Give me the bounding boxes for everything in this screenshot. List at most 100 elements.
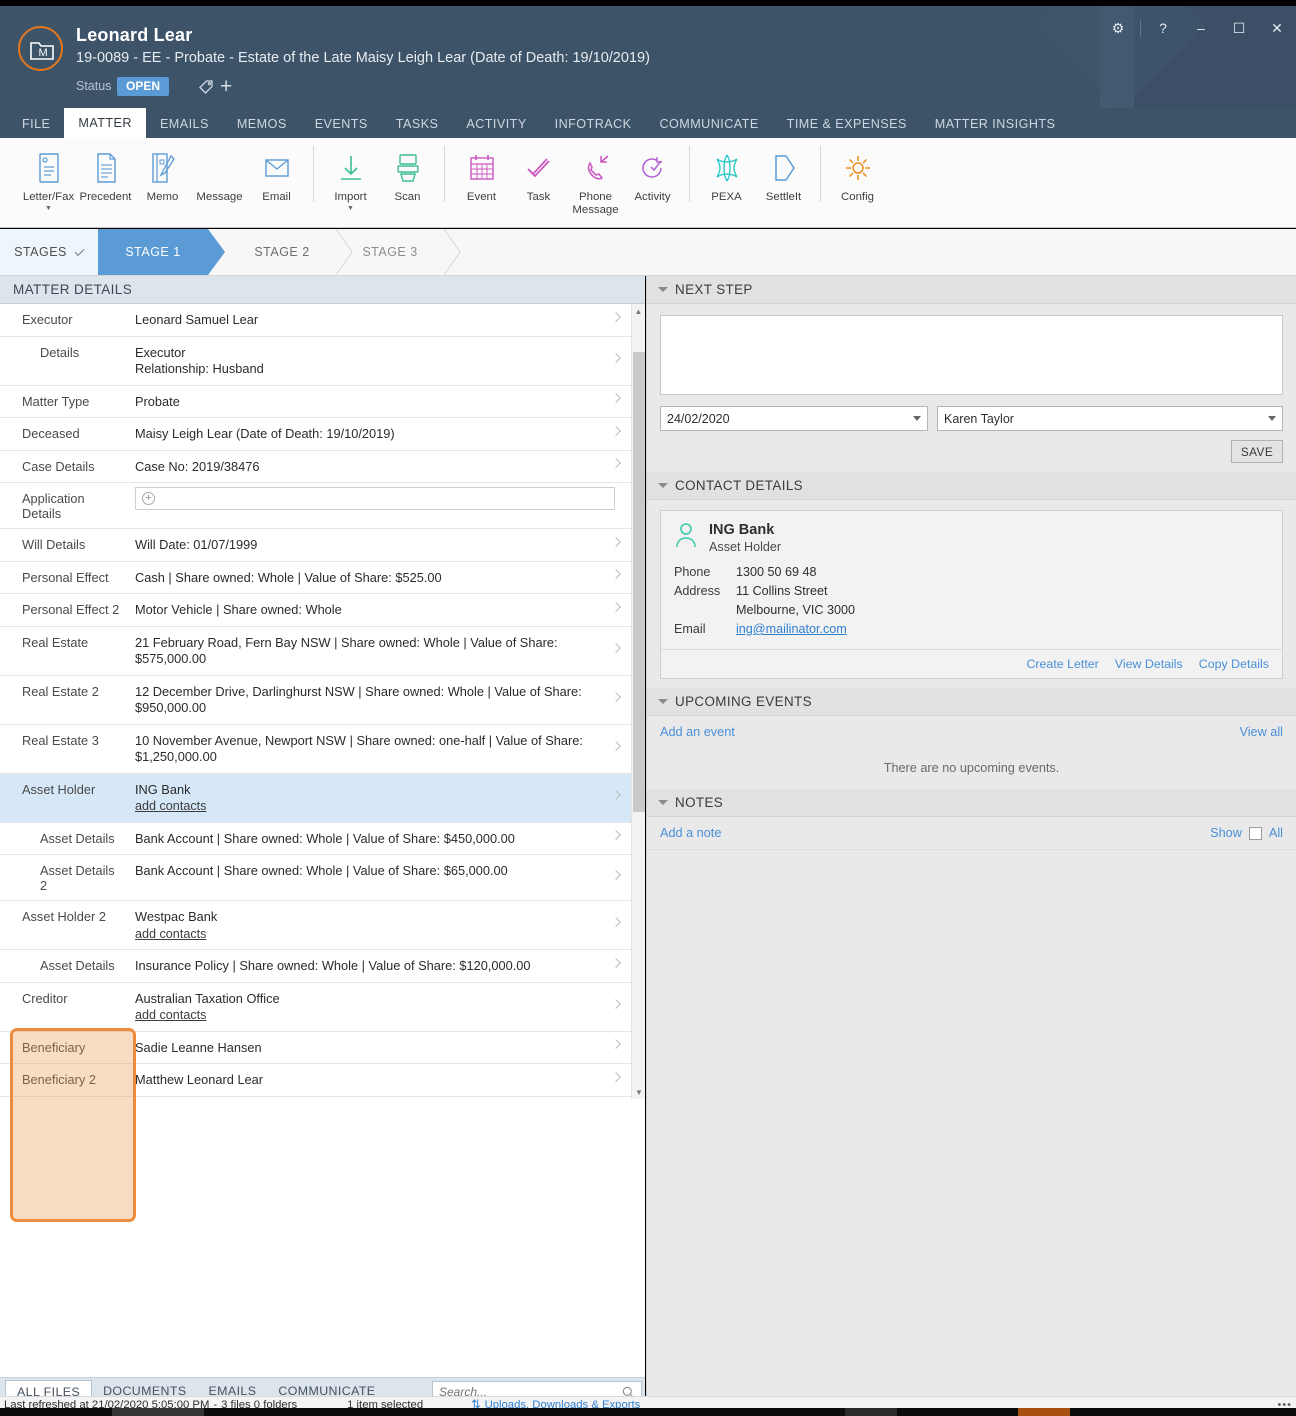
matter-detail-row[interactable]: Asset Holder 2 Westpac Bank add contacts	[0, 901, 631, 950]
scroll-down-icon[interactable]: ▼	[632, 1085, 646, 1099]
email-link[interactable]: ing@mailinator.com	[736, 622, 847, 636]
notes-section-header[interactable]: NOTES	[647, 789, 1296, 817]
close-icon[interactable]: ✕	[1258, 13, 1296, 43]
chevron-down-icon[interactable]: ▼	[45, 205, 52, 212]
show-all-checkbox[interactable]	[1248, 826, 1262, 840]
ribbon-config-button[interactable]: Config	[829, 144, 886, 204]
matter-detail-row[interactable]: Will Details Will Date: 01/07/1999	[0, 529, 631, 562]
taskbar-item-2[interactable]	[845, 1408, 897, 1416]
question-icon[interactable]: ?	[1144, 13, 1182, 43]
tab-memos[interactable]: MEMOS	[223, 110, 301, 138]
tab-communicate[interactable]: COMMUNICATE	[646, 110, 773, 138]
matter-detail-row[interactable]: Beneficiary 2 Matthew Leonard Lear	[0, 1064, 631, 1097]
taskbar-item-3[interactable]	[1018, 1408, 1070, 1416]
ribbon-label: Task	[526, 191, 551, 203]
add-tag-icon[interactable]: +	[220, 76, 232, 97]
matter-subtitle: 19-0089 - EE - Probate - Estate of the L…	[76, 50, 650, 66]
application-details-input[interactable]: +	[135, 487, 615, 510]
matter-detail-row[interactable]: Application Details +	[0, 483, 631, 529]
matter-detail-row[interactable]: Executor Leonard Samuel Lear	[0, 304, 631, 337]
next-step-section-header[interactable]: NEXT STEP	[647, 276, 1296, 304]
matter-detail-row[interactable]: Creditor Australian Taxation Office add co…	[0, 983, 631, 1032]
matter-detail-label: Asset Details 2	[40, 863, 115, 893]
plus-circle-icon[interactable]: +	[142, 492, 155, 505]
ribbon-activity-button[interactable]: Activity	[624, 144, 681, 204]
matter-detail-row[interactable]: Case Details Case No: 2019/38476	[0, 451, 631, 483]
matter-detail-row[interactable]: Asset Details 2 Bank Account | Share owne…	[0, 855, 631, 901]
scroll-up-icon[interactable]: ▲	[632, 304, 645, 318]
ribbon-email-button[interactable]: Email	[248, 144, 305, 204]
contact-name: ING Bank	[709, 522, 775, 538]
view-details-link[interactable]: View Details	[1115, 657, 1183, 671]
tab-emails[interactable]: EMAILS	[146, 110, 223, 138]
copy-details-link[interactable]: Copy Details	[1199, 657, 1269, 671]
status-badge[interactable]: OPEN	[117, 77, 170, 96]
view-all-events-link[interactable]: View all	[1240, 725, 1284, 739]
matter-detail-value: Leonard Samuel Lear	[135, 312, 259, 327]
save-button[interactable]: SAVE	[1231, 440, 1283, 463]
matter-detail-row[interactable]: Asset Details Bank Account | Share owned:…	[0, 823, 631, 855]
tab-infotrack[interactable]: INFOTRACK	[541, 110, 646, 138]
next-step-staff-select[interactable]: Karen Taylor	[937, 406, 1283, 431]
gear-icon[interactable]: ⚙	[1099, 13, 1137, 43]
scrollbar-thumb[interactable]	[633, 352, 645, 812]
ribbon-task-button[interactable]: Task	[510, 144, 567, 204]
ribbon-settleit-button[interactable]: SettleIt	[755, 144, 812, 204]
ribbon-precedent-button[interactable]: Precedent	[77, 144, 134, 204]
matter-details-scrollbar[interactable]: ▲ ▼	[631, 304, 645, 1099]
ribbon-letter-fax-button[interactable]: Letter/Fax ▼	[20, 144, 77, 212]
ribbon-pexa-button[interactable]: PEXA	[698, 144, 755, 204]
taskbar-item-1[interactable]	[112, 1408, 204, 1416]
ribbon-toolbar: Letter/Fax ▼ Precedent Memo Message Email Impo…	[0, 138, 1296, 228]
ribbon-import-button[interactable]: Import ▼	[322, 144, 379, 212]
tab-matter[interactable]: MATTER	[64, 108, 146, 138]
add-note-link[interactable]: Add a note	[660, 826, 721, 840]
matter-detail-row[interactable]: Asset Holder ING Bank add contacts	[0, 773, 631, 823]
matter-detail-row[interactable]: Deceased Maisy Leigh Lear (Date of Death:…	[0, 418, 631, 451]
create-letter-link[interactable]: Create Letter	[1026, 657, 1098, 671]
stage-item-1[interactable]: STAGE 1	[98, 229, 225, 275]
matter-detail-row[interactable]: Matter Type Probate	[0, 386, 631, 418]
matter-detail-row[interactable]: Beneficiary 3Leonard Samuel Lear	[0, 1097, 631, 1100]
matter-detail-value: Will Date: 01/07/1999	[135, 537, 258, 552]
maximize-icon[interactable]: ☐	[1220, 13, 1258, 43]
ribbon-phone-message-button[interactable]: Phone Message	[567, 144, 624, 216]
tag-icon[interactable]	[198, 78, 215, 100]
collapse-triangle-icon	[658, 800, 668, 805]
next-step-date-select[interactable]: 24/02/2020	[660, 406, 928, 431]
ribbon-scan-button[interactable]: Scan	[379, 144, 436, 204]
tab-tasks[interactable]: TASKS	[382, 110, 453, 138]
ribbon-message-button[interactable]: Message	[191, 144, 248, 204]
contact-details-section-header[interactable]: CONTACT DETAILS	[647, 472, 1296, 500]
matter-detail-value: Executor Relationship: Husband	[135, 344, 264, 377]
tab-file[interactable]: FILE	[8, 110, 64, 138]
next-step-save-row: SAVE	[660, 431, 1283, 463]
minimize-icon[interactable]: –	[1182, 13, 1220, 43]
matter-detail-row[interactable]: Personal Effect Cash | Share owned: Whole…	[0, 562, 631, 594]
tab-activity[interactable]: ACTIVITY	[452, 110, 540, 138]
matter-detail-row[interactable]: Asset Details Insurance Policy | Share ow…	[0, 950, 631, 983]
tab-matter-insights[interactable]: MATTER INSIGHTS	[921, 110, 1070, 138]
tab-events[interactable]: EVENTS	[301, 110, 382, 138]
stage-item-2[interactable]: STAGE 2	[228, 229, 336, 275]
matter-detail-row[interactable]: Real Estate 3 10 November Avenue, Newport…	[0, 725, 631, 774]
ribbon-label: Letter/Fax	[22, 191, 75, 203]
tab-time-expenses[interactable]: TIME & EXPENSES	[773, 110, 921, 138]
matter-detail-row[interactable]: Real Estate 21 February Road, Fern Bay NS…	[0, 627, 631, 676]
chevron-down-icon[interactable]: ▼	[347, 205, 354, 212]
matter-detail-value: Probate	[135, 393, 180, 409]
stages-dropdown[interactable]: STAGES	[0, 229, 98, 275]
matter-detail-row[interactable]: Beneficiary Sadie Leanne Hansen	[0, 1032, 631, 1064]
next-step-textarea[interactable]	[660, 315, 1283, 395]
add-event-link[interactable]: Add an event	[660, 725, 735, 739]
add-contacts-link[interactable]: add contacts	[135, 1008, 206, 1022]
add-contacts-link[interactable]: add contacts	[135, 799, 206, 813]
ribbon-event-button[interactable]: Event	[453, 144, 510, 204]
add-contacts-link[interactable]: add contacts	[135, 927, 206, 941]
matter-detail-row[interactable]: Details Executor Relationship: Husband	[0, 337, 631, 386]
matter-detail-row[interactable]: Personal Effect 2 Motor Vehicle | Share o…	[0, 594, 631, 627]
matter-detail-label: Asset Holder 2	[22, 909, 106, 924]
ribbon-memo-button[interactable]: Memo	[134, 144, 191, 204]
upcoming-events-section-header[interactable]: UPCOMING EVENTS	[647, 688, 1296, 716]
matter-detail-row[interactable]: Real Estate 2 12 December Drive, Darlingh…	[0, 676, 631, 725]
